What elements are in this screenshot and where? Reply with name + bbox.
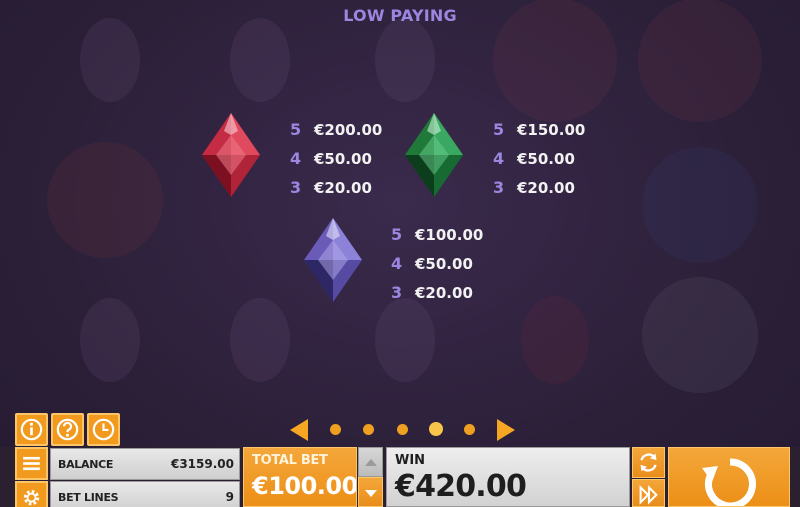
- history-button[interactable]: [87, 413, 120, 446]
- pay-count: 3: [290, 178, 302, 197]
- chevron-down-icon: [365, 490, 377, 497]
- pay-row: 4 €50.00: [493, 144, 585, 173]
- bet-lines-value: 9: [225, 490, 234, 504]
- bet-stepper: [358, 447, 383, 507]
- fast-forward-button[interactable]: [632, 479, 665, 507]
- pay-count: 5: [391, 225, 403, 244]
- chevron-up-icon: [365, 459, 377, 466]
- pay-value: €200.00: [314, 120, 383, 139]
- history-icon: [92, 418, 115, 441]
- menu-button[interactable]: [15, 447, 48, 480]
- paytable-pager: [288, 417, 520, 443]
- pay-count: 5: [493, 120, 505, 139]
- next-page-arrow-icon[interactable]: [497, 419, 515, 441]
- pay-row: 3 €20.00: [290, 173, 382, 202]
- bet-lines-display: BET LINES 9: [50, 481, 240, 507]
- pay-count: 4: [391, 254, 403, 273]
- win-value: €420.00: [395, 469, 527, 504]
- pay-count: 3: [493, 178, 505, 197]
- win-display: WIN €420.00: [386, 447, 630, 507]
- pay-value: €50.00: [415, 254, 473, 273]
- page-dot[interactable]: [330, 424, 341, 435]
- help-icon: [56, 418, 79, 441]
- pay-row: 4 €50.00: [391, 249, 483, 278]
- pay-value: €20.00: [314, 178, 372, 197]
- fast-forward-icon: [639, 484, 658, 505]
- balance-label: BALANCE: [58, 457, 114, 471]
- pay-row: 3 €20.00: [391, 278, 483, 307]
- settings-button[interactable]: [15, 481, 48, 507]
- info-icon: [20, 418, 43, 441]
- total-bet-value: €100.00: [252, 472, 357, 500]
- pay-count: 4: [290, 149, 302, 168]
- page-dot[interactable]: [397, 424, 408, 435]
- pay-row: 5 €200.00: [290, 115, 382, 144]
- green-gem-icon: [401, 111, 467, 199]
- red-gem-icon: [198, 111, 264, 199]
- pay-value: €20.00: [517, 178, 575, 197]
- bet-lines-label: BET LINES: [58, 490, 119, 504]
- pay-count: 3: [391, 283, 403, 302]
- total-bet-label: TOTAL BET: [252, 453, 328, 468]
- win-label: WIN: [395, 453, 426, 468]
- total-bet-display[interactable]: TOTAL BET €100.00: [243, 447, 357, 507]
- purple-gem-paytable: 5 €100.00 4 €50.00 3 €20.00: [391, 220, 483, 307]
- menu-icon: [23, 456, 40, 471]
- purple-gem-icon: [300, 216, 366, 304]
- bet-increase-button[interactable]: [358, 447, 383, 477]
- pay-count: 4: [493, 149, 505, 168]
- page-dot[interactable]: [464, 424, 475, 435]
- bet-decrease-button[interactable]: [358, 477, 383, 507]
- balance-display: BALANCE €3159.00: [50, 448, 240, 480]
- pay-row: 3 €20.00: [493, 173, 585, 202]
- green-gem-paytable: 5 €150.00 4 €50.00 3 €20.00: [493, 115, 585, 202]
- autoplay-button[interactable]: [632, 447, 665, 478]
- pay-row: 5 €100.00: [391, 220, 483, 249]
- pay-value: €50.00: [517, 149, 575, 168]
- pay-count: 5: [290, 120, 302, 139]
- pay-value: €50.00: [314, 149, 372, 168]
- balance-value: €3159.00: [170, 457, 234, 471]
- spin-button[interactable]: [668, 447, 790, 507]
- page-dot[interactable]: [363, 424, 374, 435]
- page-dot-active[interactable]: [429, 422, 443, 436]
- pay-value: €20.00: [415, 283, 473, 302]
- pay-row: 5 €150.00: [493, 115, 585, 144]
- pay-row: 4 €50.00: [290, 144, 382, 173]
- settings-icon: [23, 489, 40, 506]
- autoplay-icon: [640, 453, 657, 472]
- spin-icon: [702, 458, 756, 506]
- previous-page-arrow-icon[interactable]: [290, 419, 308, 441]
- pay-value: €100.00: [415, 225, 484, 244]
- pay-value: €150.00: [517, 120, 586, 139]
- info-button[interactable]: [15, 413, 48, 446]
- help-button[interactable]: [51, 413, 84, 446]
- red-gem-paytable: 5 €200.00 4 €50.00 3 €20.00: [290, 115, 382, 202]
- paytable-title: LOW PAYING: [343, 6, 457, 25]
